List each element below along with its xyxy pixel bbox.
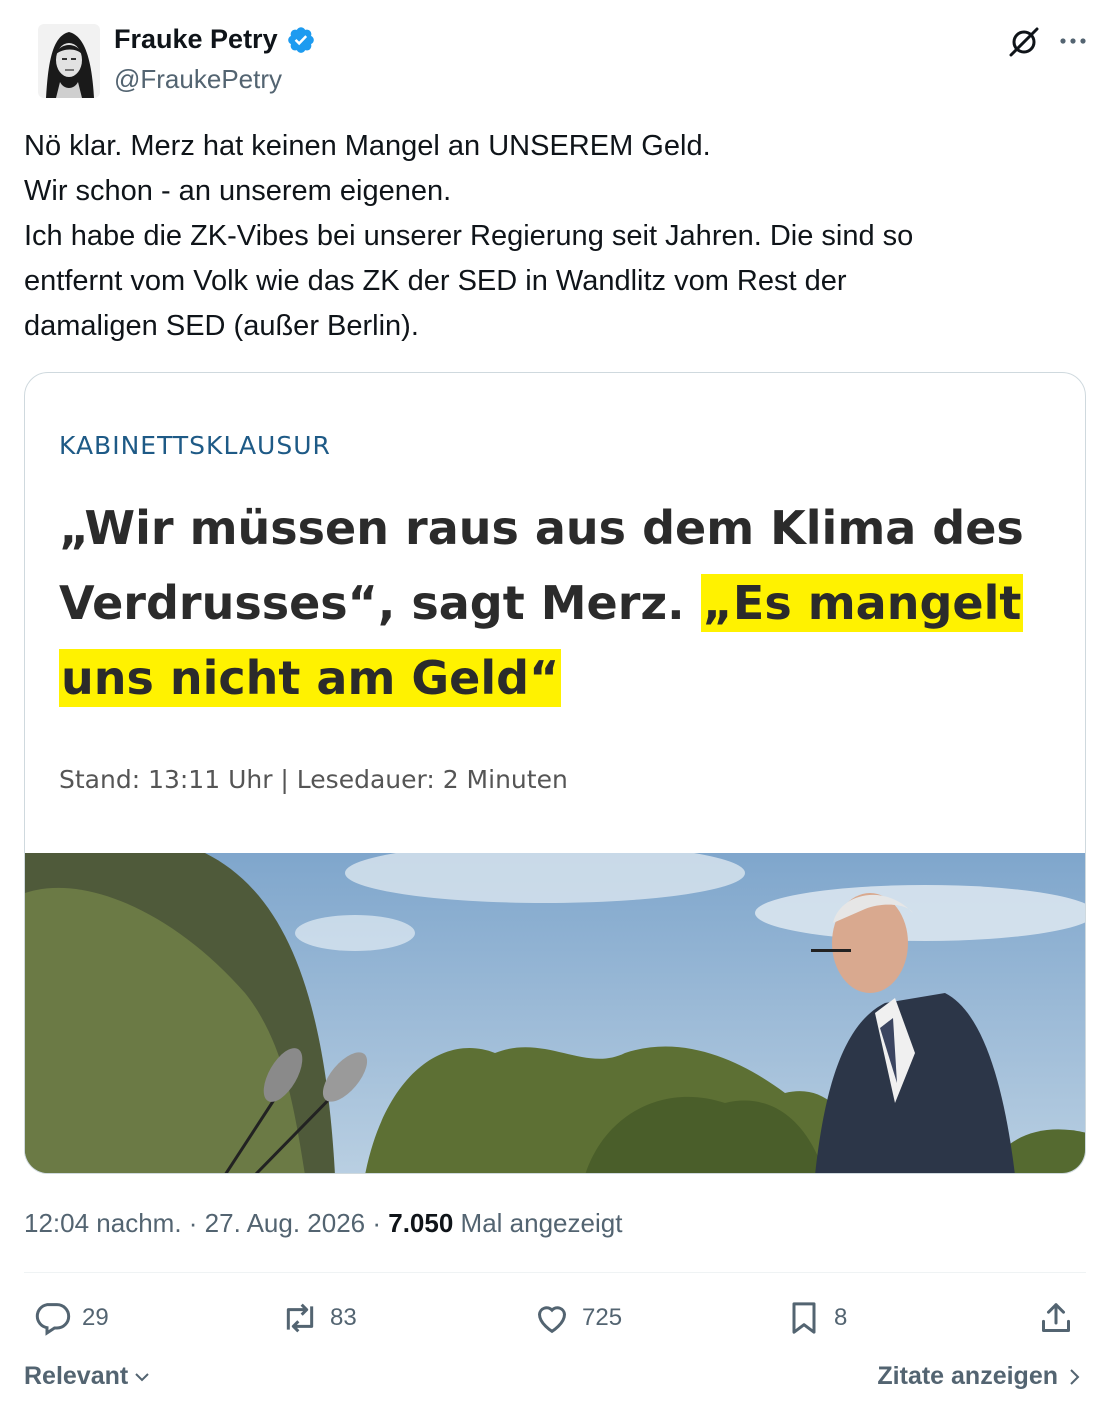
sort-dropdown[interactable]: Relevant [24, 1362, 152, 1391]
handle[interactable]: @FraukePetry [114, 64, 282, 95]
avatar[interactable] [38, 24, 100, 98]
tweet-line: Ich habe die ZK-Vibes bei unserer Regier… [24, 220, 914, 252]
chevron-right-icon [1070, 1368, 1080, 1385]
heart-icon [537, 1306, 567, 1334]
share-button[interactable] [1036, 1298, 1076, 1338]
media-card[interactable]: KABINETTSKLAUSUR „Wir müssen raus aus de… [24, 372, 1086, 1174]
like-count: 725 [582, 1304, 623, 1331]
reply-controls: Relevant Zitate anzeigen [24, 1362, 1086, 1398]
sort-label: Relevant [24, 1362, 129, 1390]
article-photo [25, 853, 1085, 1173]
verified-badge-icon[interactable] [286, 25, 316, 55]
tweet-header: Frauke Petry @FraukePetry [24, 20, 1090, 100]
tweet-line: Wir schon - an unserem eigenen. [24, 175, 452, 207]
article-meta: Stand: 13:11 Uhr | Lesedauer: 2 Minuten [59, 765, 568, 794]
display-name[interactable]: Frauke Petry [114, 24, 278, 55]
tweet-line: damaligen SED (außer Berlin). [24, 310, 419, 342]
bookmark-count: 8 [834, 1304, 848, 1331]
tweet-line: entfernt vom Volk wie das ZK der SED in … [24, 265, 847, 297]
view-quotes-link[interactable]: Zitate anzeigen [877, 1362, 1082, 1391]
view-label: Mal angezeigt [453, 1208, 623, 1238]
reply-icon [35, 1303, 71, 1336]
divider [24, 1272, 1086, 1273]
chevron-down-icon [135, 1372, 149, 1381]
bookmark-button[interactable]: 8 [784, 1298, 847, 1338]
tweet-text: Nö klar. Merz hat keinen Mangel an UNSER… [24, 124, 1074, 349]
reply-button[interactable]: 29 [32, 1298, 109, 1338]
repost-button[interactable]: 83 [280, 1298, 357, 1338]
like-button[interactable]: 725 [532, 1298, 622, 1338]
share-icon [1042, 1303, 1070, 1332]
quotes-label: Zitate anzeigen [877, 1362, 1058, 1390]
article-kicker: KABINETTSKLAUSUR [59, 431, 331, 460]
view-count: 7.050 [388, 1208, 454, 1238]
repost-icon [286, 1303, 314, 1333]
grok-icon[interactable] [1006, 24, 1042, 60]
reply-count: 29 [82, 1304, 109, 1331]
article-headline: „Wir müssen raus aus dem Klima des Verdr… [59, 491, 1069, 716]
action-bar: 29 83 725 8 [24, 1292, 1086, 1348]
timestamp[interactable]: 12:04 nachm. · 27. Aug. 2026 · [24, 1208, 388, 1238]
tweet-meta: 12:04 nachm. · 27. Aug. 2026 · 7.050 Mal… [24, 1208, 622, 1239]
tweet-line: Nö klar. Merz hat keinen Mangel an UNSER… [24, 130, 711, 162]
repost-count: 83 [330, 1304, 357, 1331]
bookmark-icon [792, 1302, 816, 1334]
more-icon[interactable] [1056, 24, 1090, 58]
